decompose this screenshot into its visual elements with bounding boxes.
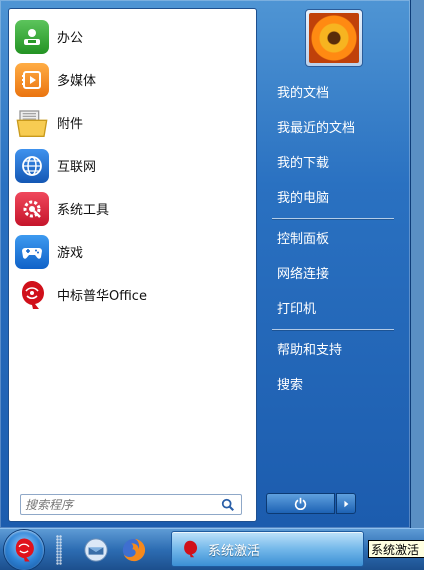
places-list: 我的文档 我最近的文档 我的下载 我的电脑 控制面板 网络连接 打印机 帮助和支… <box>270 76 396 403</box>
place-my-computer[interactable]: 我的电脑 <box>270 181 396 216</box>
accessories-folder-icon <box>15 106 49 140</box>
program-multimedia[interactable]: 多媒体 <box>9 58 256 101</box>
place-network-connections[interactable]: 网络连接 <box>270 257 396 292</box>
place-search[interactable]: 搜索 <box>270 368 396 403</box>
firefox-icon[interactable] <box>119 535 149 565</box>
arrow-right-icon <box>344 500 349 507</box>
shutdown-options-button[interactable] <box>336 493 356 514</box>
multimedia-icon <box>15 62 49 97</box>
program-label: 中标普华Office <box>57 289 147 304</box>
program-cs2c-office[interactable]: 中标普华Office <box>9 273 256 316</box>
place-printers[interactable]: 打印机 <box>270 292 396 327</box>
start-logo-icon <box>15 538 34 562</box>
globe-icon <box>15 148 49 183</box>
flower-photo <box>309 13 359 63</box>
window-title: 系统激活 <box>208 543 261 559</box>
gamepad-icon <box>15 234 49 269</box>
cs2c-office-logo-icon <box>15 278 49 312</box>
place-my-downloads[interactable]: 我的下载 <box>270 146 396 181</box>
search-icon[interactable] <box>219 496 237 514</box>
user-avatar[interactable] <box>305 9 363 67</box>
tooltip: 系统激活 <box>368 540 424 558</box>
shutdown-button[interactable] <box>266 493 335 514</box>
program-accessories[interactable]: 附件 <box>9 101 256 144</box>
search-box[interactable] <box>20 494 242 515</box>
activation-app-icon <box>184 540 198 558</box>
system-tools-gear-icon <box>15 191 49 226</box>
power-icon <box>294 497 307 510</box>
programs-pane: 办公 多媒体 附件 互联网 系统工具 游戏 中标普华Office 搜索程序 <box>8 8 257 522</box>
place-recent-documents[interactable]: 我最近的文档 <box>270 111 396 146</box>
place-help-support[interactable]: 帮助和支持 <box>270 333 396 368</box>
search-input[interactable] <box>21 497 219 512</box>
separator <box>272 218 394 219</box>
program-label: 办公 <box>57 31 84 46</box>
program-internet[interactable]: 互联网 <box>9 144 256 187</box>
start-menu: 办公 多媒体 附件 互联网 系统工具 游戏 中标普华Office 搜索程序 我的… <box>0 0 411 528</box>
program-list: 办公 多媒体 附件 互联网 系统工具 游戏 中标普华Office <box>9 15 256 316</box>
start-button[interactable] <box>4 530 44 570</box>
taskbar-grip[interactable] <box>56 535 62 565</box>
program-label: 附件 <box>57 117 84 132</box>
program-label: 系统工具 <box>57 203 110 218</box>
program-office[interactable]: 办公 <box>9 15 256 58</box>
place-control-panel[interactable]: 控制面板 <box>270 222 396 257</box>
place-my-documents[interactable]: 我的文档 <box>270 76 396 111</box>
program-label: 互联网 <box>57 160 97 175</box>
separator <box>272 329 394 330</box>
program-games[interactable]: 游戏 <box>9 230 256 273</box>
mail-client-icon[interactable] <box>81 535 111 565</box>
office-suite-icon <box>15 19 49 54</box>
program-system-tools[interactable]: 系统工具 <box>9 187 256 230</box>
taskbar: 系统激活 <box>0 528 424 570</box>
taskbar-window-button[interactable]: 系统激活 <box>171 531 364 567</box>
program-label: 游戏 <box>57 246 84 261</box>
program-label: 多媒体 <box>57 74 97 89</box>
